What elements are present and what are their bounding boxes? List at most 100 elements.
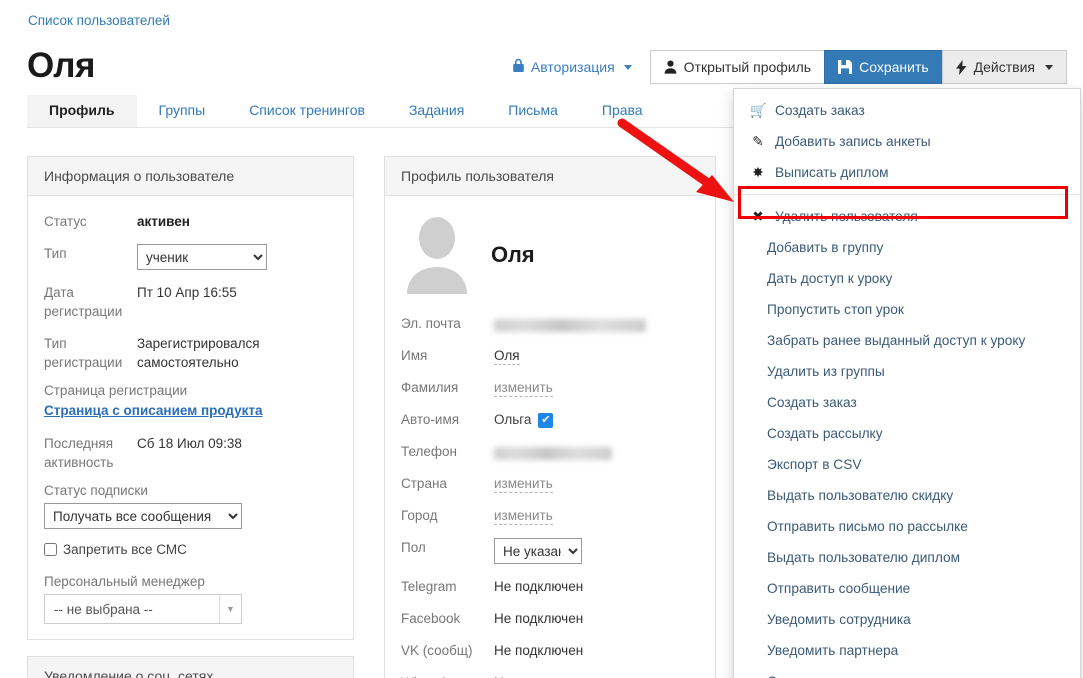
profile-field-row: Фамилия изменить <box>401 376 699 397</box>
profile-field-edit-link[interactable]: изменить <box>494 472 699 493</box>
actions-menu-item[interactable]: Удалить из группы <box>734 356 1080 387</box>
profile-field-edit-link[interactable]: изменить <box>494 504 699 525</box>
x-mark-icon: ✖ <box>752 209 764 224</box>
actions-menu-item[interactable]: ✎ Добавить запись анкеты <box>734 126 1080 157</box>
breadcrumb-users-list[interactable]: Список пользователей <box>28 12 170 30</box>
profile-field-label: Эл. почта <box>401 316 461 331</box>
last-activity-row: Последняя активность Сб 18 Июл 09:38 <box>44 432 337 472</box>
edit-link[interactable]: изменить <box>494 380 553 397</box>
profile-field-label: Город <box>401 508 438 523</box>
gender-select[interactable]: Не указан <box>494 538 582 564</box>
actions-menu-item-label: Дать доступ к уроку <box>767 271 893 286</box>
profile-display-name: Оля <box>491 242 535 267</box>
actions-menu-item-label: Отправить письмо по рассылке <box>767 519 968 534</box>
type-value-wrap: ученик <box>137 242 337 270</box>
edit-link[interactable]: Оля <box>494 348 520 365</box>
actions-menu-item[interactable]: Пропустить стоп урок <box>734 294 1080 325</box>
edit-link[interactable]: изменить <box>494 508 553 525</box>
last-activity-label: Последняя активность <box>44 436 114 470</box>
open-public-profile-button[interactable]: Открытый профиль <box>649 50 826 84</box>
profile-field-label: VK (сообщ) <box>401 643 473 658</box>
menu-separator <box>734 194 1080 195</box>
user-type-select[interactable]: ученик <box>137 244 267 270</box>
subscription-status-select[interactable]: Получать все сообщения <box>44 503 242 529</box>
user-profile-panel: Профиль пользователя Оля Эл. почта Имя Оля… <box>384 156 716 678</box>
profile-field-list: Эл. почта Имя Оля Фамилия изменить Авто-имя Ол… <box>401 312 699 678</box>
user-icon <box>664 60 677 74</box>
profile-field-row: Страна изменить <box>401 472 699 493</box>
profile-field-label: Пол <box>401 540 426 555</box>
profile-field-label: Telegram <box>401 579 457 594</box>
actions-menu-item[interactable]: Уведомить сотрудника <box>734 604 1080 635</box>
profile-field-value: Не подключен <box>494 611 584 626</box>
tab-item[interactable]: Список тренингов <box>227 95 387 127</box>
personal-manager-select[interactable]: -- не выбрана -- ▼ <box>44 594 242 624</box>
authorization-dropdown[interactable]: Авторизация <box>512 58 632 76</box>
profile-field-edit-link[interactable]: изменить <box>494 376 699 397</box>
type-label: Тип <box>44 246 67 261</box>
user-information-panel: Информация о пользователе Статус активен… <box>27 156 354 640</box>
actions-menu-item-label: Добавить запись анкеты <box>775 134 931 149</box>
actions-menu-item[interactable]: Экспорт в CSV <box>734 449 1080 480</box>
actions-menu-item[interactable]: ✸ Выписать диплом <box>734 157 1080 188</box>
lightning-bolt-icon <box>955 59 967 75</box>
burst-icon: ✸ <box>752 165 764 180</box>
chevron-down-icon: ▼ <box>219 595 241 623</box>
actions-menu-item[interactable]: Забрать ранее выданный доступ к уроку <box>734 325 1080 356</box>
actions-dropdown-button[interactable]: Действия <box>941 50 1067 84</box>
status-value: активен <box>137 214 190 229</box>
profile-field-row: VK (сообщ) Не подключен <box>401 639 699 660</box>
actions-menu-item[interactable]: Выдать пользователю скидку <box>734 480 1080 511</box>
actions-menu-item[interactable]: Добавить в группу <box>734 232 1080 263</box>
actions-menu-item[interactable]: Выдать пользователю диплом <box>734 542 1080 573</box>
chevron-down-icon <box>623 64 632 70</box>
profile-field-edit-link[interactable]: Оля <box>494 344 699 365</box>
block-all-sms-checkbox[interactable] <box>44 543 57 556</box>
block-all-sms-label[interactable]: Запретить все СМС <box>63 542 187 557</box>
checkmark-icon[interactable]: ✔ <box>538 412 554 428</box>
profile-field-row: Пол Не указан <box>401 536 699 564</box>
user-profile-title: Профиль пользователя <box>385 157 715 196</box>
profile-field-row: Телефон <box>401 440 699 461</box>
profile-field-value: Не подключен <box>494 643 584 658</box>
actions-menu-item[interactable]: Создать рассылку <box>734 418 1080 449</box>
auto-name-value: Ольга ✔ <box>494 408 699 429</box>
tab-item[interactable]: Профиль <box>27 95 137 127</box>
actions-menu-item[interactable]: Отправить письмо по рассылке <box>734 511 1080 542</box>
actions-menu-item-label: Создать заказ <box>767 395 857 410</box>
actions-menu-item-label: Экспорт в CSV <box>767 457 862 472</box>
actions-menu-item-label: Уведомить сотрудника <box>767 612 911 627</box>
profile-field-label: Страна <box>401 476 447 491</box>
registration-page-link[interactable]: Страница с описанием продукта <box>44 403 337 418</box>
actions-menu-item[interactable]: Уведомить партнера <box>734 635 1080 666</box>
profile-field-label: Авто-имя <box>401 412 460 427</box>
profile-field-row: Эл. почта <box>401 312 699 333</box>
tab-item[interactable]: Письма <box>486 95 580 127</box>
actions-menu-item-label: Удалить из группы <box>767 364 885 379</box>
actions-dropdown-menu[interactable]: 🛒 Создать заказ ✎ Добавить запись анкеты ✸ Вы… <box>733 88 1081 678</box>
registration-type-label: Тип регистрации <box>44 336 123 370</box>
blurred-value <box>494 319 646 333</box>
profile-field-value: Не подключен <box>494 671 699 678</box>
actions-menu-item[interactable]: Дать доступ к уроку <box>734 263 1080 294</box>
lock-icon <box>512 58 525 76</box>
actions-menu-item[interactable]: Отправить сообщение <box>734 573 1080 604</box>
actions-menu-item[interactable]: ✖ Удалить пользователя <box>734 201 1080 232</box>
actions-menu-item-label: Выдать пользователю скидку <box>767 488 954 503</box>
actions-menu-item[interactable]: 🛒 Создать заказ <box>734 95 1080 126</box>
profile-field-row: Facebook Не подключен <box>401 607 699 628</box>
actions-menu-item[interactable]: Сделать партнером <box>734 666 1080 678</box>
save-label: Сохранить <box>859 59 929 75</box>
tab-item[interactable]: Задания <box>387 95 486 127</box>
open-public-profile-label: Открытый профиль <box>683 59 812 75</box>
status-row: Статус активен <box>44 210 337 231</box>
profile-field-row: Авто-имя Ольга ✔ <box>401 408 699 429</box>
edit-link[interactable]: изменить <box>494 476 553 493</box>
profile-field-row: Город изменить <box>401 504 699 525</box>
save-button[interactable]: Сохранить <box>824 50 943 84</box>
actions-menu-item-label: Выписать диплом <box>775 165 889 180</box>
tab-item[interactable]: Права <box>580 95 665 127</box>
actions-menu-item[interactable]: Создать заказ <box>734 387 1080 418</box>
registration-date-label: Дата регистрации <box>44 285 123 319</box>
tab-item[interactable]: Группы <box>137 95 228 127</box>
